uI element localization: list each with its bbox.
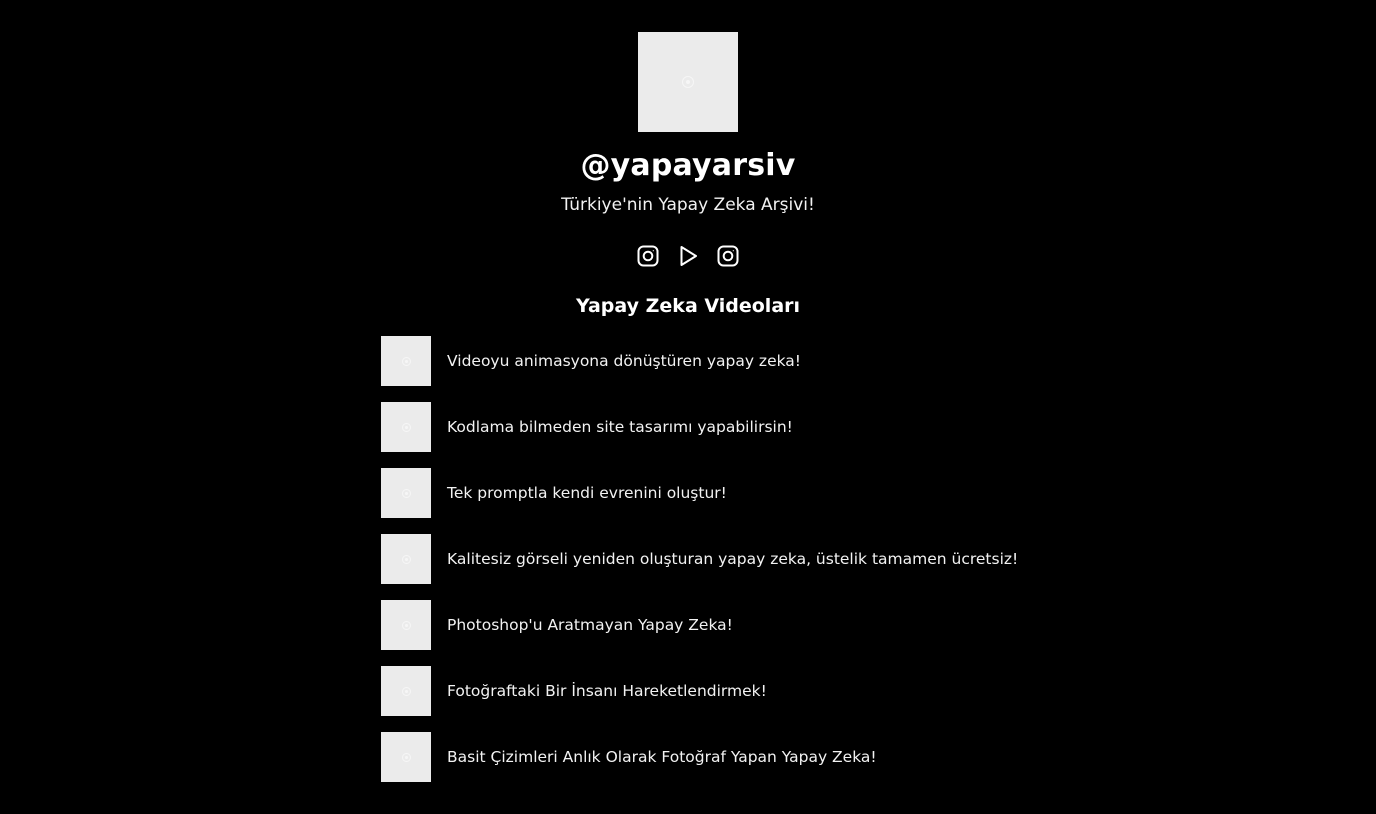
image-placeholder-icon bbox=[401, 356, 411, 366]
section-title: Yapay Zeka Videoları bbox=[575, 295, 801, 317]
youtube-play-icon bbox=[680, 246, 697, 266]
instagram-icon bbox=[637, 245, 659, 267]
video-link[interactable]: Kodlama bilmeden site tasarımı yapabilir… bbox=[381, 402, 1021, 452]
image-placeholder-icon bbox=[401, 620, 411, 630]
profile-tagline: Türkiye'nin Yapay Zeka Arşivi! bbox=[561, 195, 815, 215]
video-thumbnail bbox=[381, 732, 431, 782]
video-title: Videoyu animasyona dönüştüren yapay zeka… bbox=[447, 352, 802, 370]
image-placeholder-icon bbox=[682, 76, 694, 88]
profile-page: @yapayarsiv Türkiye'nin Yapay Zeka Arşiv… bbox=[0, 0, 1376, 814]
image-placeholder-icon bbox=[401, 554, 411, 564]
instagram-link[interactable] bbox=[636, 243, 660, 269]
video-title: Fotoğraftaki Bir İnsanı Hareketlendirmek… bbox=[447, 682, 767, 700]
video-link[interactable]: Fotoğraftaki Bir İnsanı Hareketlendirmek… bbox=[381, 666, 1021, 716]
image-placeholder-icon bbox=[401, 752, 411, 762]
video-link[interactable]: Tek promptla kendi evrenini oluştur! bbox=[381, 468, 1021, 518]
video-thumbnail bbox=[381, 468, 431, 518]
image-placeholder-icon bbox=[401, 422, 411, 432]
video-title: Kalitesiz görseli yeniden oluşturan yapa… bbox=[447, 550, 1019, 568]
video-link[interactable]: Videoyu animasyona dönüştüren yapay zeka… bbox=[381, 336, 1021, 386]
image-placeholder-icon bbox=[401, 686, 411, 696]
profile-handle: @yapayarsiv bbox=[580, 148, 796, 183]
video-link[interactable]: Photoshop'u Aratmayan Yapay Zeka! bbox=[381, 600, 1021, 650]
video-thumbnail bbox=[381, 402, 431, 452]
youtube-link[interactable] bbox=[676, 243, 700, 269]
video-thumbnail bbox=[381, 600, 431, 650]
video-link[interactable]: Kalitesiz görseli yeniden oluşturan yapa… bbox=[381, 534, 1021, 584]
image-placeholder-icon bbox=[401, 488, 411, 498]
video-thumbnail bbox=[381, 534, 431, 584]
avatar bbox=[638, 32, 738, 132]
video-title: Basit Çizimleri Anlık Olarak Fotoğraf Ya… bbox=[447, 748, 877, 766]
video-thumbnail bbox=[381, 666, 431, 716]
video-list: Videoyu animasyona dönüştüren yapay zeka… bbox=[381, 336, 1021, 798]
video-thumbnail bbox=[381, 336, 431, 386]
video-title: Tek promptla kendi evrenini oluştur! bbox=[447, 484, 727, 502]
social-links bbox=[636, 243, 740, 269]
video-title: Kodlama bilmeden site tasarımı yapabilir… bbox=[447, 418, 793, 436]
video-title: Photoshop'u Aratmayan Yapay Zeka! bbox=[447, 616, 733, 634]
instagram-icon bbox=[717, 245, 739, 267]
instagram-link-2[interactable] bbox=[716, 243, 740, 269]
video-link[interactable]: Basit Çizimleri Anlık Olarak Fotoğraf Ya… bbox=[381, 732, 1021, 782]
